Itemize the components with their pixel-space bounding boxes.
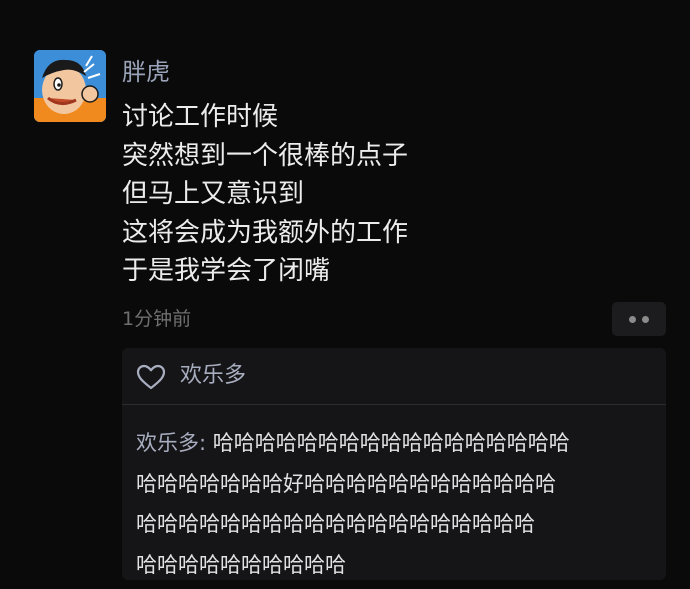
post-text-line: 但马上又意识到 <box>122 179 305 209</box>
like-user-name[interactable]: 欢乐多 <box>180 360 246 392</box>
more-icon <box>629 315 636 323</box>
comment-author[interactable]: 欢乐多: <box>136 431 206 455</box>
divider <box>122 404 666 405</box>
comment-line: 哈哈哈哈哈哈哈哈哈哈 <box>136 552 346 577</box>
more-button[interactable] <box>612 302 666 336</box>
post-text-line: 于是我学会了闭嘴 <box>122 256 331 286</box>
comment-text: 哈哈哈哈哈哈哈哈哈哈哈哈哈哈哈哈哈 <box>212 431 570 455</box>
interaction-panel: 欢乐多 欢乐多: 哈哈哈哈哈哈哈哈哈哈哈哈哈哈哈哈哈 哈哈哈哈哈哈哈好哈哈哈哈哈… <box>122 348 666 580</box>
avatar[interactable] <box>34 50 106 122</box>
post-author-name[interactable]: 胖虎 <box>122 56 170 88</box>
avatar-image <box>34 50 106 122</box>
likes-row: 欢乐多 <box>122 348 666 404</box>
comment-line: 哈哈哈哈哈哈哈好哈哈哈哈哈哈哈哈哈哈哈哈 <box>136 471 556 496</box>
heart-icon <box>136 364 166 390</box>
post-text: 讨论工作时候 突然想到一个很棒的点子 但马上又意识到 这将会成为我额外的工作 于… <box>122 98 408 291</box>
post-text-line: 突然想到一个很棒的点子 <box>122 140 409 171</box>
post-text-line: 讨论工作时候 <box>122 102 279 132</box>
more-icon <box>642 315 649 323</box>
comment-line: 欢乐多: 哈哈哈哈哈哈哈哈哈哈哈哈哈哈哈哈哈 <box>136 423 666 464</box>
post-timestamp: 1分钟前 <box>122 308 192 330</box>
moment-post: 胖虎 讨论工作时候 突然想到一个很棒的点子 但马上又意识到 这将会成为我额外的工… <box>0 0 690 589</box>
post-text-line: 这将会成为我额外的工作 <box>122 217 409 248</box>
comment-line: 哈哈哈哈哈哈哈哈哈哈哈哈哈哈哈哈哈哈哈 <box>136 512 535 536</box>
comment[interactable]: 欢乐多: 哈哈哈哈哈哈哈哈哈哈哈哈哈哈哈哈哈 哈哈哈哈哈哈哈好哈哈哈哈哈哈哈哈哈… <box>136 423 666 580</box>
